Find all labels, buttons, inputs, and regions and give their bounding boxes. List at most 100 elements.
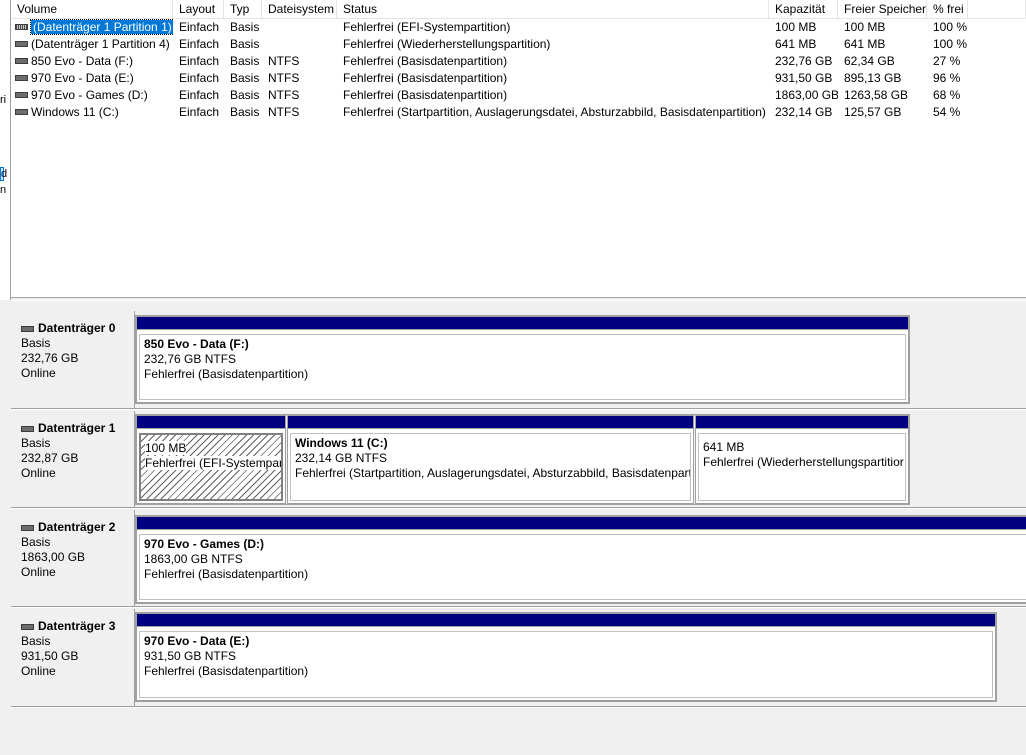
volume-typ: Basis (230, 105, 260, 119)
partition-bar (137, 517, 1026, 530)
disk-name: Datenträger 0 (38, 321, 116, 335)
table-row[interactable]: 850 Evo - Data (F:) Einfach Basis NTFS F… (11, 53, 1026, 70)
partition-block[interactable]: 641 MB Fehlerfrei (Wiederherstellungspar… (695, 415, 909, 504)
table-row[interactable]: 970 Evo - Data (E:) Einfach Basis NTFS F… (11, 70, 1026, 87)
partition-status: Fehlerfrei (Basisdatenpartition) (144, 567, 309, 581)
volume-layout: Einfach (179, 88, 220, 102)
volume-kapazitaet: 641 MB (775, 37, 817, 51)
disk-partition-map-0: 850 Evo - Data (F:) 232,76 GB NTFS Fehle… (135, 315, 910, 404)
partition-status: Fehlerfrei (EFI-Systempart (145, 456, 281, 470)
column-header-freier-speicher[interactable]: Freier Speicher (838, 0, 927, 19)
volume-list[interactable]: Volume Layout Typ Dateisystem Status Kap… (11, 0, 1026, 298)
partition-status: Fehlerfrei (Startpartition, Auslagerungs… (295, 466, 691, 480)
column-header-dateisystem[interactable]: Dateisystem (262, 0, 337, 19)
partition-name: 850 Evo - Data (F:) (144, 337, 249, 351)
partition-size: 232,14 GB NTFS (295, 451, 388, 465)
table-row[interactable]: (Datenträger 1 Partition 4) Einfach Basi… (11, 36, 1026, 53)
volume-kapazitaet: 1863,00 GB (775, 88, 838, 102)
volume-prozent: 100 % (933, 20, 968, 34)
disk-state: Online (21, 565, 56, 579)
disk-size: 1863,00 GB (21, 550, 86, 564)
disk-row-1: Datenträger 1 Basis 232,87 GB Online 100… (11, 411, 1026, 507)
column-header-volume[interactable]: Volume (11, 0, 173, 19)
partition-status: Fehlerfrei (Wiederherstellungspartitior (703, 455, 904, 469)
column-header-kapazitaet[interactable]: Kapazität (769, 0, 838, 19)
column-header-prozent-frei[interactable]: % frei (927, 0, 968, 19)
volume-name: 970 Evo - Data (E:) (31, 71, 134, 85)
volume-prozent: 27 % (933, 54, 961, 68)
volume-prozent: 96 % (933, 71, 961, 85)
volume-frei: 641 MB (844, 37, 886, 51)
partition-name: Windows 11 (C:) (295, 436, 388, 450)
volume-frei: 100 MB (844, 20, 886, 34)
partition-bar (137, 317, 908, 330)
volume-name: Windows 11 (C:) (31, 105, 119, 119)
partition-size: 100 MB (145, 441, 187, 455)
partition-block[interactable]: 970 Evo - Data (E:) 931,50 GB NTFS Fehle… (136, 613, 996, 701)
disk-label-2[interactable]: Datenträger 2 Basis 1863,00 GB Online (11, 510, 135, 606)
disk-type: Basis (21, 634, 51, 648)
partition-size: 931,50 GB NTFS (144, 649, 237, 663)
disk-separator (11, 606, 1026, 608)
column-header-filler (968, 0, 1026, 19)
volume-kapazitaet: 931,50 GB (775, 71, 833, 85)
disk-icon (21, 325, 34, 332)
partition-status: Fehlerfrei (Basisdatenpartition) (144, 367, 309, 381)
volume-layout: Einfach (179, 105, 220, 119)
partition-size: 232,76 GB NTFS (144, 352, 237, 366)
clipped-selection: d (0, 167, 8, 181)
volume-icon (15, 91, 28, 98)
disk-name: Datenträger 1 (38, 421, 116, 435)
volume-status: Fehlerfrei (Wiederherstellungspartition) (343, 37, 551, 51)
clipped-text: n (0, 184, 7, 196)
disk-graphical-view[interactable]: Datenträger 0 Basis 232,76 GB Online 850… (11, 300, 1026, 755)
disk-label-1[interactable]: Datenträger 1 Basis 232,87 GB Online (11, 411, 135, 507)
disk-label-3[interactable]: Datenträger 3 Basis 931,50 GB Online (11, 609, 135, 706)
disk-partition-map-2: 970 Evo - Games (D:) 1863,00 GB NTFS Feh… (135, 515, 1026, 604)
disk-size: 232,76 GB (21, 351, 79, 365)
volume-status: Fehlerfrei (EFI-Systempartition) (343, 20, 511, 34)
disk-name: Datenträger 2 (38, 520, 116, 534)
volume-layout: Einfach (179, 71, 220, 85)
volume-layout: Einfach (179, 20, 220, 34)
disk-separator (11, 706, 1026, 708)
partition-size: 1863,00 GB NTFS (144, 552, 243, 566)
disk-name: Datenträger 3 (38, 619, 116, 633)
disk-state: Online (21, 664, 56, 678)
partition-block[interactable]: Windows 11 (C:) 232,14 GB NTFS Fehlerfre… (287, 415, 694, 504)
partition-block[interactable]: 850 Evo - Data (F:) 232,76 GB NTFS Fehle… (136, 316, 909, 403)
volume-dateisystem: NTFS (268, 71, 300, 85)
volume-icon (15, 74, 28, 81)
disk-icon (21, 524, 34, 531)
volume-icon (15, 40, 28, 47)
volume-typ: Basis (230, 37, 260, 51)
disk-partition-map-3: 970 Evo - Data (E:) 931,50 GB NTFS Fehle… (135, 612, 997, 702)
volume-dateisystem: NTFS (268, 105, 300, 119)
volume-status: Fehlerfrei (Basisdatenpartition) (343, 88, 508, 102)
table-row[interactable]: 970 Evo - Games (D:) Einfach Basis NTFS … (11, 87, 1026, 104)
disk-row-0: Datenträger 0 Basis 232,76 GB Online 850… (11, 311, 1026, 408)
disk-separator (11, 507, 1026, 509)
column-header-layout[interactable]: Layout (173, 0, 224, 19)
hatched-volume-icon (15, 23, 28, 30)
volume-prozent: 68 % (933, 88, 961, 102)
disk-partition-map-1: 100 MB Fehlerfrei (EFI-Systempart Window… (135, 414, 910, 505)
volume-name: 850 Evo - Data (F:) (31, 54, 134, 68)
clipped-text: ri (0, 94, 7, 106)
table-row[interactable]: Windows 11 (C:) Einfach Basis NTFS Fehle… (11, 104, 1026, 121)
disk-separator (11, 408, 1026, 410)
volume-typ: Basis (230, 54, 260, 68)
partition-block[interactable]: 100 MB Fehlerfrei (EFI-Systempart (136, 415, 286, 504)
disk-type: Basis (21, 336, 51, 350)
disk-label-0[interactable]: Datenträger 0 Basis 232,76 GB Online (11, 311, 135, 408)
partition-block[interactable]: 970 Evo - Games (D:) 1863,00 GB NTFS Feh… (136, 516, 1026, 603)
volume-dateisystem (262, 19, 337, 36)
volume-dateisystem (262, 36, 337, 53)
column-header-status[interactable]: Status (337, 0, 769, 19)
column-header-typ[interactable]: Typ (224, 0, 262, 19)
volume-name: (Datenträger 1 Partition 1) (30, 19, 173, 35)
disk-icon (21, 425, 34, 432)
partition-bar (137, 416, 285, 429)
table-row[interactable]: (Datenträger 1 Partition 1) Einfach Basi… (11, 19, 1026, 36)
volume-layout: Einfach (179, 54, 220, 68)
